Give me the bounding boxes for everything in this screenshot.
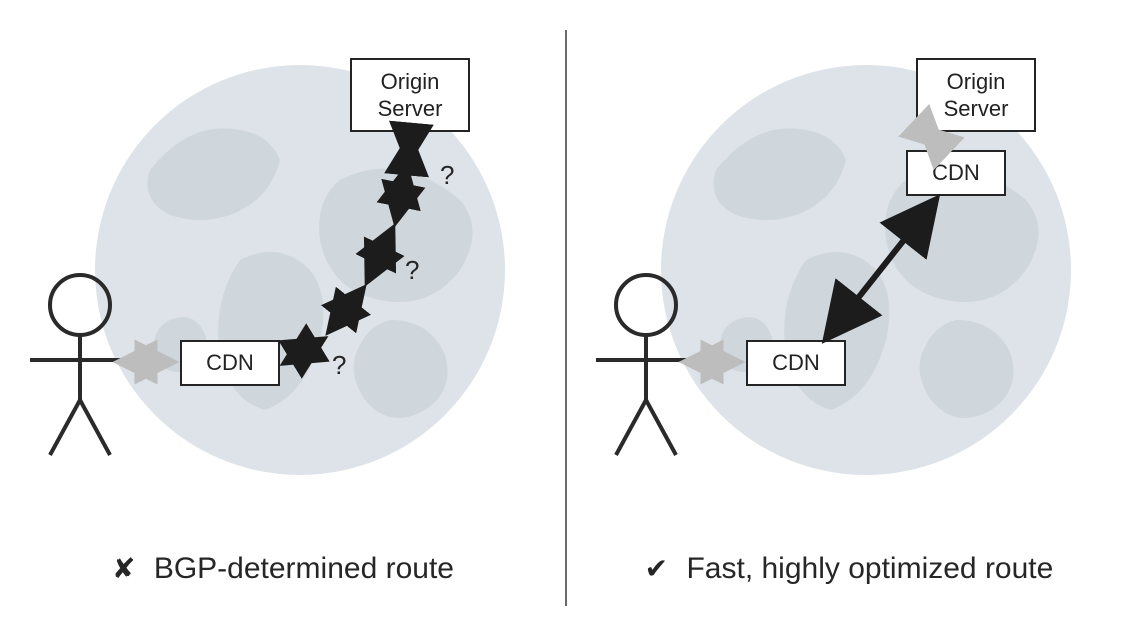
origin-server-label: OriginServer: [944, 68, 1009, 123]
cdn-label: CDN: [206, 349, 254, 377]
left-panel: OriginServer CDN ? ? ?: [0, 0, 566, 636]
question-mark: ?: [405, 255, 419, 286]
right-caption: ✔ Fast, highly optimized route: [566, 552, 1132, 586]
diagram-stage: OriginServer CDN ? ? ?: [0, 0, 1132, 636]
cross-icon: ✘: [112, 553, 135, 584]
cdn-top-box: CDN: [906, 150, 1006, 196]
cdn-box: CDN: [180, 340, 280, 386]
check-icon: ✔: [645, 553, 668, 584]
origin-server-box: OriginServer: [916, 58, 1036, 132]
question-mark: ?: [440, 160, 454, 191]
cdn-bottom-box: CDN: [746, 340, 846, 386]
question-mark: ?: [332, 350, 346, 381]
origin-server-box: OriginServer: [350, 58, 470, 132]
left-caption: ✘ BGP-determined route: [0, 552, 566, 586]
origin-server-label: OriginServer: [378, 68, 443, 123]
cdn-top-label: CDN: [932, 159, 980, 187]
right-panel: OriginServer CDN CDN ✔: [566, 0, 1132, 636]
user-icon: [586, 265, 706, 465]
cdn-bottom-label: CDN: [772, 349, 820, 377]
right-caption-text: Fast, highly optimized route: [686, 552, 1053, 585]
left-caption-text: BGP-determined route: [154, 552, 454, 585]
user-icon: [20, 265, 140, 465]
